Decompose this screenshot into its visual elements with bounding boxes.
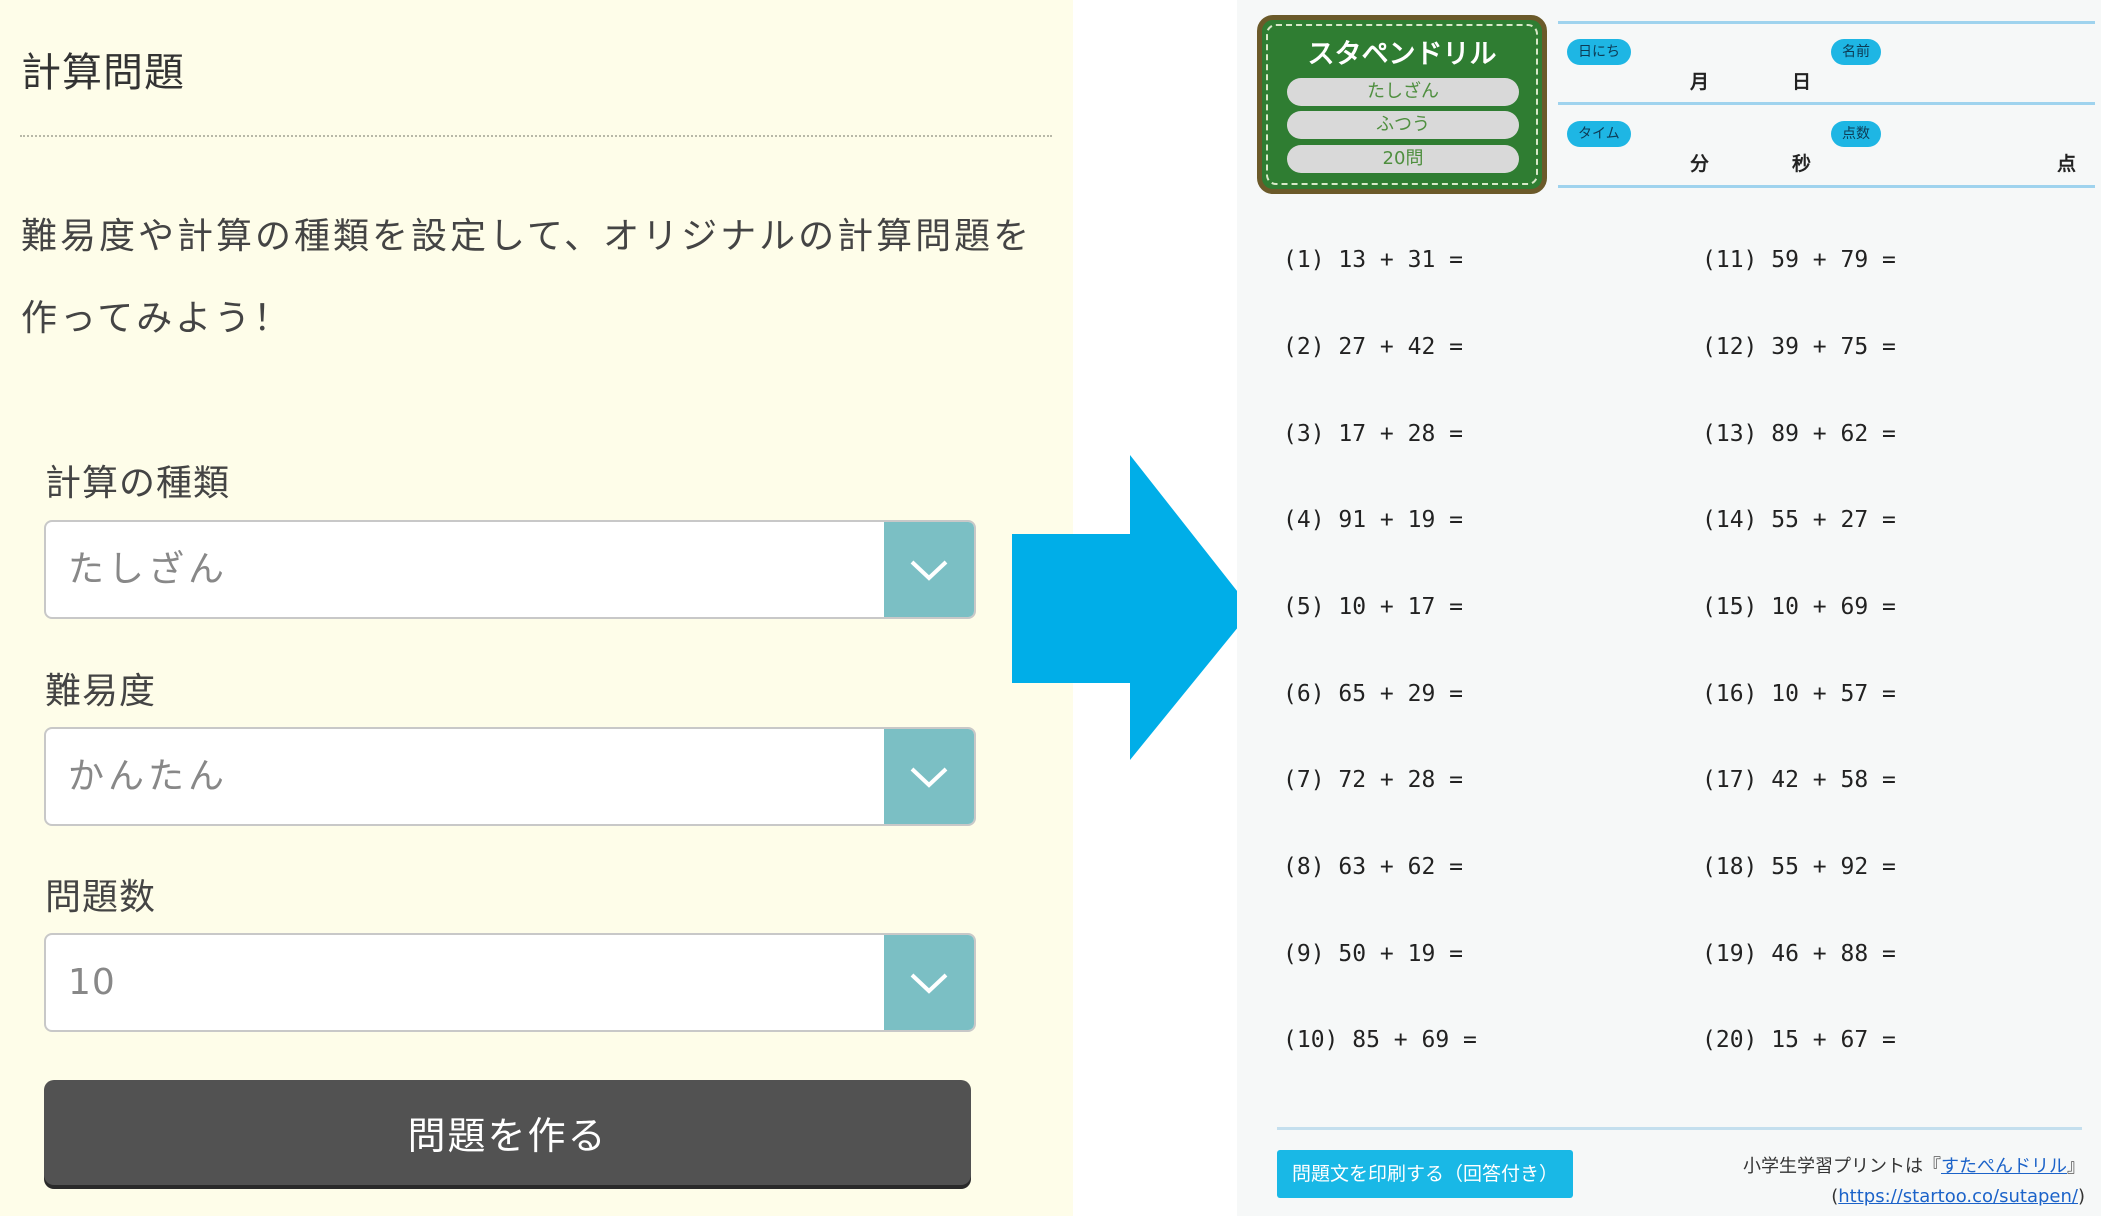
day-unit: 日	[1792, 71, 1812, 93]
problem-item: (2) 27 + 42 =	[1283, 334, 1464, 360]
problem-item: (12) 39 + 75 =	[1702, 334, 1896, 360]
sutapen-drill-link[interactable]: すたぺんドリル	[1941, 1156, 2067, 1177]
question-count-value: 10	[68, 962, 116, 1003]
problem-item: (16) 10 + 57 =	[1702, 681, 1896, 707]
problem-item: (3) 17 + 28 =	[1283, 421, 1464, 447]
page-title: 計算問題	[21, 50, 185, 96]
problem-item: (20) 15 + 67 =	[1702, 1027, 1896, 1053]
problem-item: (11) 59 + 79 =	[1702, 247, 1896, 273]
problem-item: (14) 55 + 27 =	[1702, 507, 1896, 533]
problem-item: (19) 46 + 88 =	[1702, 941, 1896, 967]
title-divider	[20, 135, 1052, 137]
problem-item: (10) 85 + 69 =	[1283, 1027, 1477, 1053]
generate-problems-button[interactable]: 問題を作る	[44, 1080, 971, 1185]
problem-item: (13) 89 + 62 =	[1702, 421, 1896, 447]
problem-item: (17) 42 + 58 =	[1702, 767, 1896, 793]
problem-item: (15) 10 + 69 =	[1702, 594, 1896, 620]
difficulty-value: かんたん	[68, 756, 229, 797]
drill-title: スタペンドリル	[1307, 39, 1497, 70]
chevron-down-icon[interactable]	[884, 522, 974, 617]
problem-item: (8) 63 + 62 =	[1283, 854, 1464, 880]
difficulty-select[interactable]: かんたん	[44, 727, 976, 826]
score-tag: 点数	[1831, 121, 1881, 147]
footer-divider	[1277, 1127, 2082, 1130]
question-count-select[interactable]: 10	[44, 933, 976, 1032]
badge-difficulty: ふつう	[1287, 111, 1519, 139]
credit-url-link[interactable]: https://startoo.co/sutapen/	[1838, 1186, 2078, 1207]
problem-item: (6) 65 + 29 =	[1283, 681, 1464, 707]
credit-text: 小学生学習プリントは『すたぺんドリル』 (https://startoo.co/…	[1743, 1156, 2085, 1207]
problem-item: (7) 72 + 28 =	[1283, 767, 1464, 793]
form-description: 難易度や計算の種類を設定して、オリジナルの計算問題を作ってみよう！	[21, 216, 1033, 339]
operation-type-label: 計算の種類	[45, 463, 231, 504]
question-count-label: 問題数	[45, 877, 157, 918]
badge-count: 20問	[1287, 145, 1519, 173]
name-tag: 名前	[1831, 39, 1881, 65]
seconds-unit: 秒	[1792, 153, 1812, 175]
difficulty-label: 難易度	[45, 671, 157, 712]
operation-type-value: たしざん	[68, 549, 229, 590]
header-divider	[1558, 102, 2095, 105]
problem-item: (1) 13 + 31 =	[1283, 247, 1464, 273]
chevron-down-icon[interactable]	[884, 729, 974, 824]
header-divider	[1558, 21, 2095, 24]
badge-operation: たしざん	[1287, 78, 1519, 106]
problem-item: (5) 10 + 17 =	[1283, 594, 1464, 620]
drill-badge: スタペンドリル たしざん ふつう 20問	[1257, 15, 1547, 194]
problem-item: (9) 50 + 19 =	[1283, 941, 1464, 967]
time-tag: タイム	[1567, 121, 1631, 147]
worksheet-preview: スタペンドリル たしざん ふつう 20問 日にち 名前 月 日 タイム 点数 分…	[1237, 0, 2101, 1216]
date-tag: 日にち	[1567, 39, 1631, 65]
chevron-down-icon[interactable]	[884, 935, 974, 1030]
credit-prefix: 小学生学習プリントは	[1743, 1156, 1923, 1177]
print-with-answers-button[interactable]: 問題文を印刷する（回答付き）	[1277, 1150, 1573, 1198]
header-divider	[1558, 185, 2095, 188]
problem-item: (18) 55 + 92 =	[1702, 854, 1896, 880]
operation-type-select[interactable]: たしざん	[44, 520, 976, 619]
right-arrow-icon	[1012, 455, 1252, 769]
problem-item: (4) 91 + 19 =	[1283, 507, 1464, 533]
calculation-form-panel: 計算問題 難易度や計算の種類を設定して、オリジナルの計算問題を作ってみよう！ 計…	[0, 0, 1073, 1216]
month-unit: 月	[1690, 71, 1710, 93]
points-unit: 点	[2057, 153, 2077, 175]
minutes-unit: 分	[1690, 153, 1710, 175]
